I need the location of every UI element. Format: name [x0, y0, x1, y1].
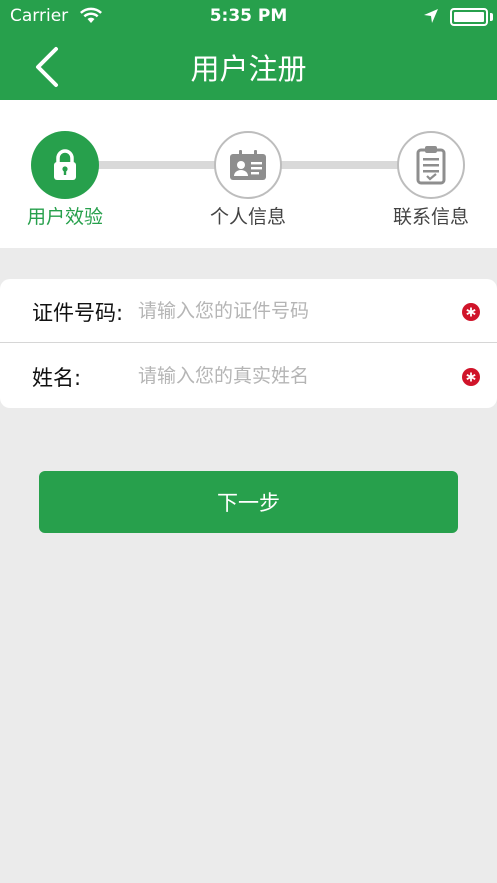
page-title: 用户注册	[190, 52, 307, 86]
step-1-circle	[31, 131, 99, 199]
verification-form: 证件号码: 姓名:	[0, 279, 497, 408]
next-step-button[interactable]: 下一步	[39, 471, 458, 533]
step-3-label: 联系信息	[392, 206, 469, 228]
required-asterisk-icon	[462, 303, 480, 321]
status-bar: Carrier 5:35 PM	[0, 0, 497, 34]
name-label: 姓名:	[32, 366, 82, 390]
required-asterisk-icon	[462, 368, 480, 386]
navigation-bar: Carrier 5:35 PM 用户注册	[0, 0, 497, 100]
id-number-input[interactable]	[138, 291, 448, 331]
progress-track-2	[280, 161, 400, 169]
step-2-label: 个人信息	[209, 206, 286, 228]
name-row: 姓名:	[0, 344, 497, 408]
name-input[interactable]	[138, 356, 448, 396]
lock-icon	[54, 149, 76, 180]
registration-progress: 用户效验 个人信息 联系信息	[0, 100, 497, 248]
id-number-label: 证件号码:	[32, 301, 124, 325]
battery-icon	[450, 8, 488, 26]
id-number-row: 证件号码:	[0, 279, 497, 343]
progress-track-1	[98, 161, 218, 169]
battery-nub	[490, 13, 493, 21]
step-2-circle	[214, 131, 282, 199]
location-arrow-icon	[423, 8, 439, 28]
clipboard-icon	[416, 146, 446, 185]
step-3-circle	[397, 131, 465, 199]
id-card-icon	[230, 150, 266, 180]
step-1-label: 用户效验	[26, 206, 103, 228]
